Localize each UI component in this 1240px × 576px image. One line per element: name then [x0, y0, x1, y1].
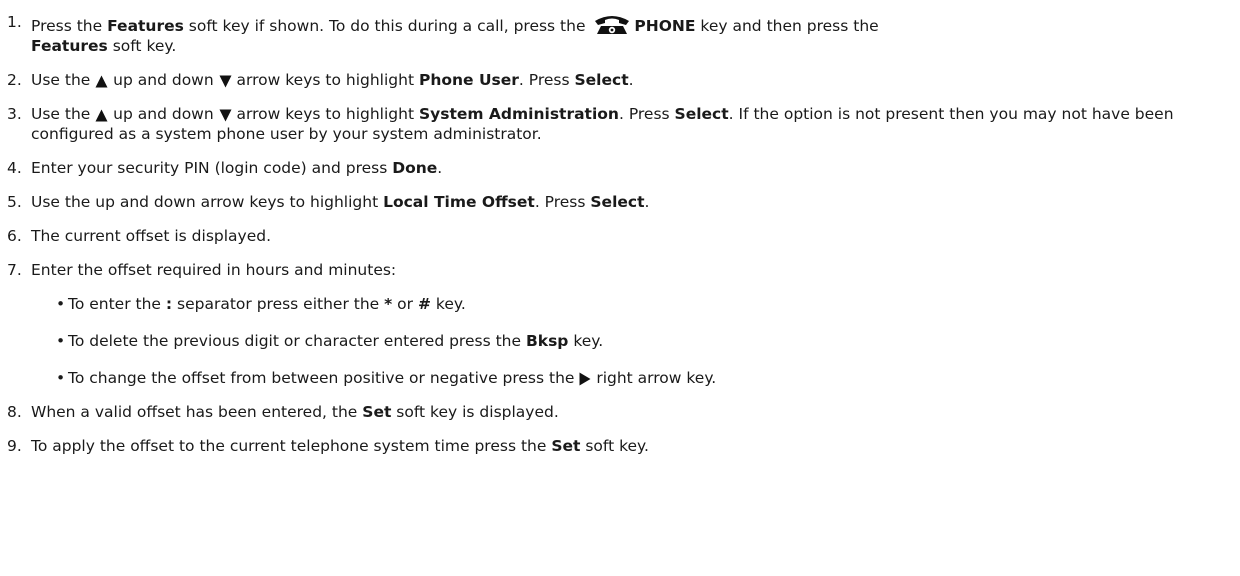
instructions-page: 1. Press the Features soft key if shown.… — [0, 0, 1240, 576]
done-label: Done — [392, 159, 438, 177]
step-number: 4. — [7, 159, 22, 177]
right-arrow-icon — [579, 372, 591, 386]
step-number: 1. — [7, 13, 22, 31]
system-administration-label: System Administration — [418, 105, 619, 123]
step-1: 1. Press the Features soft key if shown.… — [7, 13, 879, 55]
down-arrow-icon — [219, 75, 232, 88]
local-time-offset-label: Local Time Offset — [383, 193, 535, 211]
step-5: 5. Use the up and down arrow keys to hig… — [7, 193, 650, 211]
step-number: 7. — [7, 261, 22, 279]
step-number: 2. — [7, 71, 22, 89]
up-arrow-icon — [95, 109, 108, 122]
step-8: 8. When a valid offset has been entered,… — [7, 403, 559, 421]
step-7: 7. Enter the offset required in hours an… — [4, 260, 1240, 388]
step-9: 9. To apply the offset to the current te… — [7, 437, 649, 455]
phone-key-label: PHONE — [634, 17, 696, 35]
sub-bullet-item: • To delete the previous digit or charac… — [56, 332, 604, 350]
select-label: Select — [674, 105, 729, 123]
step-number: 5. — [7, 193, 22, 211]
set-label: Set — [362, 403, 392, 421]
bullet-dot: • — [56, 295, 66, 313]
bksp-label: Bksp — [525, 332, 569, 350]
step-3: 3. Use the up and down arrow keys to hig… — [7, 105, 1174, 143]
bullet-dot: • — [56, 369, 66, 387]
features-label: Features — [31, 37, 108, 55]
sub-bullet-list: • To enter the : separator press either … — [31, 294, 1240, 388]
select-label: Select — [574, 71, 629, 89]
bullet-dot: • — [56, 332, 66, 350]
hash-key-label: # — [417, 295, 431, 313]
select-label: Select — [590, 193, 645, 211]
step-number: 6. — [7, 227, 22, 245]
phone-icon — [595, 16, 630, 34]
step-number: 3. — [7, 105, 22, 123]
steps-list: 1. Press the Features soft key if shown.… — [4, 12, 1240, 456]
up-arrow-icon — [95, 75, 108, 88]
step-number: 8. — [7, 403, 22, 421]
sub-bullet-item: • To enter the : separator press either … — [56, 295, 466, 313]
down-arrow-icon — [219, 109, 232, 122]
features-label: Features — [107, 17, 184, 35]
sub-bullet-item: • To change the offset from between posi… — [56, 369, 717, 387]
step-6: 6. The current offset is displayed. — [7, 227, 272, 245]
set-label: Set — [551, 437, 581, 455]
step-number: 9. — [7, 437, 22, 455]
step-2: 2. Use the up and down arrow keys to hig… — [7, 71, 634, 89]
phone-user-label: Phone User — [418, 71, 519, 89]
step-4: 4. Enter your security PIN (login code) … — [7, 159, 443, 177]
